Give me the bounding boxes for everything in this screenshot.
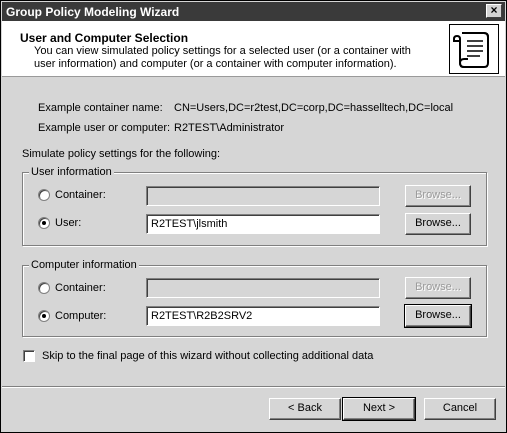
example-user-value: R2TEST\Administrator — [174, 122, 285, 134]
user-label: User: — [55, 217, 82, 229]
simulate-label: Simulate policy settings for the followi… — [22, 148, 221, 160]
user-information-legend: User information — [29, 166, 114, 178]
page-description: You can view simulated policy settings f… — [34, 45, 411, 70]
computer-container-label: Container: — [55, 282, 106, 294]
cancel-button[interactable]: Cancel — [424, 398, 496, 420]
user-container-label: Container: — [55, 189, 106, 201]
example-user-label: Example user or computer: — [38, 122, 171, 134]
example-container-value: CN=Users,DC=r2test,DC=corp,DC=hasselltec… — [174, 102, 454, 114]
user-container-radio[interactable] — [38, 189, 50, 201]
user-radio[interactable] — [38, 217, 50, 229]
user-container-browse-button[interactable]: Browse... — [405, 185, 471, 207]
wizard-header: User and Computer Selection You can view… — [2, 21, 505, 77]
scroll-icon — [449, 24, 499, 74]
computer-label: Computer: — [55, 310, 107, 322]
page-title: User and Computer Selection — [20, 31, 189, 45]
computer-container-field[interactable] — [146, 278, 380, 298]
back-button[interactable]: < Back — [269, 398, 341, 420]
user-field[interactable]: R2TEST\jlsmith — [146, 214, 380, 234]
computer-radio[interactable] — [38, 310, 50, 322]
computer-container-radio[interactable] — [38, 282, 50, 294]
window-title: Group Policy Modeling Wizard — [6, 5, 180, 19]
computer-container-browse-button[interactable]: Browse... — [405, 277, 471, 299]
wizard-window: Group Policy Modeling Wizard × User and … — [0, 0, 507, 433]
computer-browse-button[interactable]: Browse... — [404, 304, 472, 328]
user-browse-button[interactable]: Browse... — [405, 213, 471, 235]
computer-field[interactable]: R2TEST\R2B2SRV2 — [146, 306, 380, 326]
skip-checkbox-label: Skip to the final page of this wizard wi… — [42, 350, 374, 362]
title-bar[interactable]: Group Policy Modeling Wizard × — [2, 2, 505, 21]
example-container-label: Example container name: — [38, 102, 163, 114]
next-button[interactable]: Next > — [342, 397, 416, 421]
user-container-field[interactable] — [146, 186, 380, 206]
close-icon[interactable]: × — [486, 4, 502, 18]
skip-checkbox[interactable] — [23, 350, 35, 362]
computer-information-legend: Computer information — [29, 259, 139, 271]
footer-divider — [2, 386, 505, 388]
